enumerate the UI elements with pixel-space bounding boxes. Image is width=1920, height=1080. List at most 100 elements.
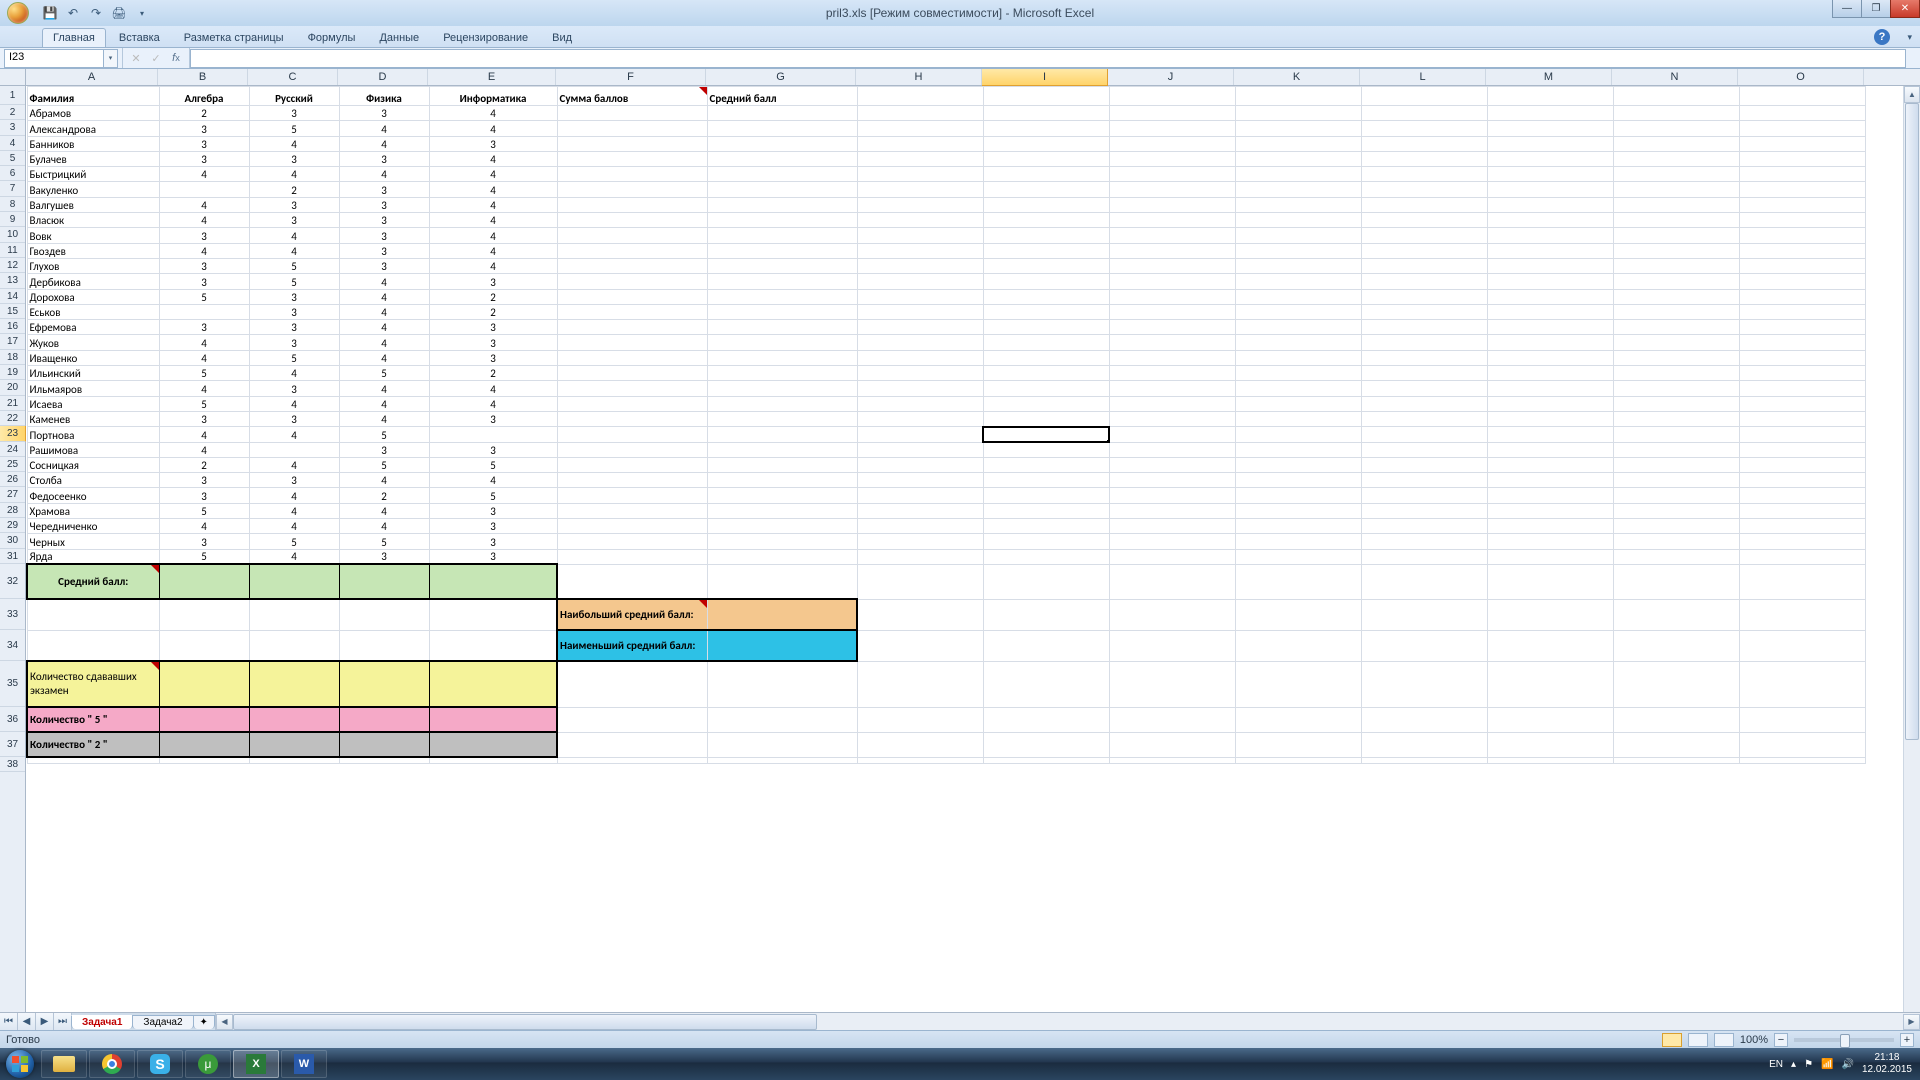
cell-E24[interactable]: 3 [429, 442, 557, 457]
row-header-29[interactable]: 29 [0, 518, 25, 533]
cell-A8[interactable]: Валгушев [27, 197, 159, 212]
cell-A17[interactable]: Жуков [27, 335, 159, 350]
cell-N32[interactable] [1613, 564, 1739, 599]
cell-I28[interactable] [983, 503, 1109, 518]
cell-J34[interactable] [1109, 630, 1235, 661]
cell-N25[interactable] [1613, 457, 1739, 472]
taskbar-explorer[interactable] [41, 1050, 87, 1078]
cell-C8[interactable]: 3 [249, 197, 339, 212]
cell-C21[interactable]: 4 [249, 396, 339, 411]
cell-G37[interactable] [707, 732, 857, 757]
cell-O19[interactable] [1739, 366, 1865, 381]
col-header-O[interactable]: O [1738, 69, 1864, 85]
cell-K6[interactable] [1235, 167, 1361, 182]
cell-K18[interactable] [1235, 350, 1361, 365]
cell-B19[interactable]: 5 [159, 366, 249, 381]
cell-H9[interactable] [857, 213, 983, 228]
cell-J10[interactable] [1109, 228, 1235, 243]
cell-F13[interactable] [557, 274, 707, 289]
cell-E7[interactable]: 4 [429, 182, 557, 197]
cell-C9[interactable]: 3 [249, 213, 339, 228]
cell-L31[interactable] [1361, 549, 1487, 564]
cell-L37[interactable] [1361, 732, 1487, 757]
cell-G17[interactable] [707, 335, 857, 350]
cell-B9[interactable]: 4 [159, 213, 249, 228]
row-header-2[interactable]: 2 [0, 105, 25, 120]
cell-O36[interactable] [1739, 707, 1865, 732]
cell-B18[interactable]: 4 [159, 350, 249, 365]
cell-E26[interactable]: 4 [429, 473, 557, 488]
cell-C13[interactable]: 5 [249, 274, 339, 289]
cell-E29[interactable]: 3 [429, 519, 557, 534]
cell-I35[interactable] [983, 661, 1109, 707]
minimize-button[interactable]: — [1832, 0, 1862, 18]
cell-B33[interactable] [159, 599, 249, 630]
cell-D12[interactable]: 3 [339, 258, 429, 273]
cell-O3[interactable] [1739, 121, 1865, 136]
cell-F35[interactable] [557, 661, 707, 707]
cell-L24[interactable] [1361, 442, 1487, 457]
tray-flag-icon[interactable]: ⚑ [1804, 1059, 1813, 1070]
cell-D38[interactable] [339, 757, 429, 763]
cell-H28[interactable] [857, 503, 983, 518]
cell-N28[interactable] [1613, 503, 1739, 518]
cell-L7[interactable] [1361, 182, 1487, 197]
col-header-G[interactable]: G [706, 69, 856, 85]
cell-C4[interactable]: 4 [249, 136, 339, 151]
row-header-25[interactable]: 25 [0, 457, 25, 472]
cell-K17[interactable] [1235, 335, 1361, 350]
cell-M25[interactable] [1487, 457, 1613, 472]
cell-C22[interactable]: 3 [249, 411, 339, 426]
cell-M20[interactable] [1487, 381, 1613, 396]
cell-K20[interactable] [1235, 381, 1361, 396]
row-header-11[interactable]: 11 [0, 243, 25, 258]
cell-F28[interactable] [557, 503, 707, 518]
cell-F31[interactable] [557, 549, 707, 564]
col-header-K[interactable]: K [1234, 69, 1360, 85]
cell-L16[interactable] [1361, 320, 1487, 335]
row-header-1[interactable]: 1 [0, 86, 25, 105]
cell-H6[interactable] [857, 167, 983, 182]
cell-B16[interactable]: 3 [159, 320, 249, 335]
cell-O13[interactable] [1739, 274, 1865, 289]
row-header-3[interactable]: 3 [0, 120, 25, 135]
cell-D4[interactable]: 4 [339, 136, 429, 151]
cell-F8[interactable] [557, 197, 707, 212]
cell-L26[interactable] [1361, 473, 1487, 488]
cell-O31[interactable] [1739, 549, 1865, 564]
cell-A34[interactable] [27, 630, 159, 661]
cell-A1[interactable]: Фамилия [27, 87, 159, 106]
row-header-8[interactable]: 8 [0, 197, 25, 212]
restore-button[interactable]: ❐ [1861, 0, 1891, 18]
cell-O17[interactable] [1739, 335, 1865, 350]
cell-I7[interactable] [983, 182, 1109, 197]
cell-E28[interactable]: 3 [429, 503, 557, 518]
row-header-6[interactable]: 6 [0, 166, 25, 181]
cell-B2[interactable]: 2 [159, 106, 249, 121]
cell-O22[interactable] [1739, 411, 1865, 426]
select-all-corner[interactable] [0, 69, 26, 86]
cell-D22[interactable]: 4 [339, 411, 429, 426]
cell-A9[interactable]: Власюк [27, 213, 159, 228]
cell-G30[interactable] [707, 534, 857, 549]
cell-H33[interactable] [857, 599, 983, 630]
tab-nav-prev-icon[interactable]: ◀ [18, 1013, 36, 1030]
cell-I25[interactable] [983, 457, 1109, 472]
cell-A31[interactable]: Ярда [27, 549, 159, 564]
cell-D35[interactable] [339, 661, 429, 707]
cell-E23[interactable] [429, 427, 557, 442]
cell-C26[interactable]: 3 [249, 473, 339, 488]
cell-C27[interactable]: 4 [249, 488, 339, 503]
cell-E20[interactable]: 4 [429, 381, 557, 396]
cell-G28[interactable] [707, 503, 857, 518]
cell-A32[interactable]: Средний балл: [27, 564, 159, 599]
cell-N9[interactable] [1613, 213, 1739, 228]
cell-L13[interactable] [1361, 274, 1487, 289]
cell-O8[interactable] [1739, 197, 1865, 212]
cell-N27[interactable] [1613, 488, 1739, 503]
language-indicator[interactable]: EN [1769, 1059, 1783, 1070]
row-header-37[interactable]: 37 [0, 732, 25, 757]
cell-E19[interactable]: 2 [429, 366, 557, 381]
cell-O10[interactable] [1739, 228, 1865, 243]
print-icon[interactable]: 🖨 [109, 3, 129, 23]
